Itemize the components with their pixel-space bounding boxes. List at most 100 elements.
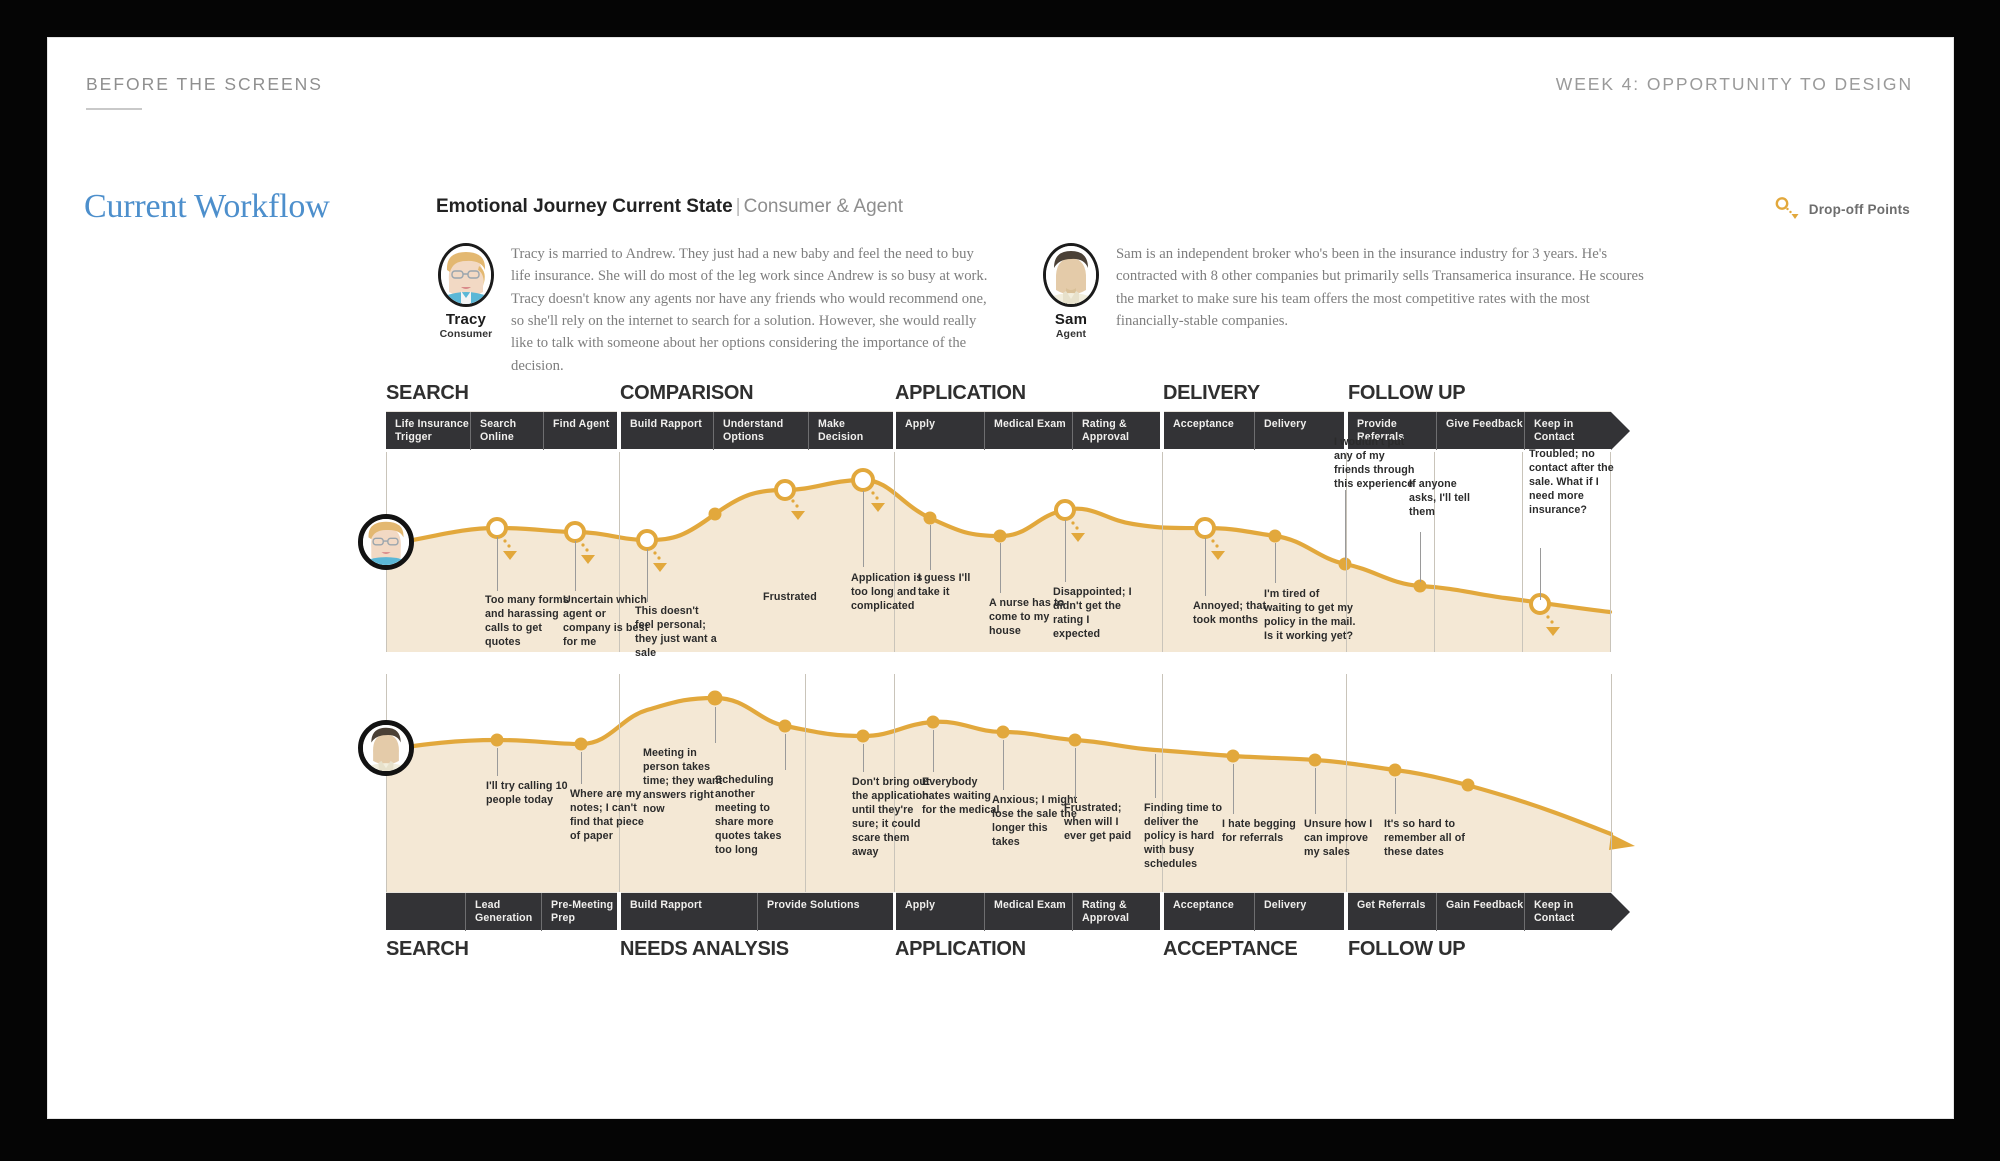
map-title: Emotional Journey Current State | Consumer… bbox=[436, 196, 903, 218]
note-leader bbox=[1540, 548, 1541, 600]
avatar bbox=[438, 243, 494, 307]
agent-stage-keep-in-contact[interactable]: Keep in Contact bbox=[1524, 893, 1611, 931]
persona-sam-avatar-block: Sam Agent bbox=[1040, 243, 1102, 340]
agent-phase-row: SEARCH NEEDS ANALYSIS APPLICATION ACCEPT… bbox=[385, 938, 1915, 964]
consumer-note: I'm tired of waiting to get my policy in… bbox=[1264, 588, 1356, 642]
note-leader bbox=[647, 549, 648, 602]
consumer-note: I wouldn't put any of my friends through… bbox=[1334, 436, 1415, 490]
consumer-stage-acceptance[interactable]: Acceptance bbox=[1164, 412, 1254, 450]
consumer-note: Annoyed; that took months bbox=[1193, 600, 1267, 626]
consumer-stage-apply[interactable]: Apply bbox=[896, 412, 984, 450]
consumer-stage-group-comparison: Build Rapport Understand Options Make De… bbox=[621, 411, 893, 450]
agent-stage-build-rapport[interactable]: Build Rapport bbox=[621, 893, 757, 931]
consumer-note: Too many forms and harassing calls to ge… bbox=[485, 594, 569, 648]
agent-note: I hate begging for referrals bbox=[1222, 818, 1296, 844]
consumer-phase-comparison: COMPARISON bbox=[620, 382, 754, 404]
agent-stage-group-search: Lead Generation Pre-Meeting Prep bbox=[386, 892, 617, 931]
consumer-stage-group-search: Life Insurance Trigger Search Online Fin… bbox=[386, 411, 617, 450]
note-leader bbox=[863, 491, 864, 567]
agent-note: Scheduling another meeting to share more… bbox=[715, 774, 782, 856]
agent-note: It's so hard to remember all of these da… bbox=[1384, 818, 1466, 858]
agent-stage-provide-solutions[interactable]: Provide Solutions bbox=[757, 893, 893, 931]
drop-off-icon bbox=[1775, 197, 1799, 219]
note-leader bbox=[1395, 778, 1396, 814]
consumer-phase-search: SEARCH bbox=[386, 382, 469, 404]
agent-stage-apply[interactable]: Apply bbox=[896, 893, 984, 931]
note-leader bbox=[1065, 520, 1066, 582]
persona-tracy: Tracy Consumer Tracy is married to Andre… bbox=[435, 243, 995, 377]
note-leader bbox=[1275, 543, 1276, 583]
consumer-phase-application: APPLICATION bbox=[895, 382, 1026, 404]
note-leader bbox=[1205, 538, 1206, 596]
agent-stage-empty bbox=[386, 893, 465, 931]
map-title-separator: | bbox=[735, 196, 741, 217]
consumer-stage-delivery[interactable]: Delivery bbox=[1254, 412, 1344, 450]
consumer-stage-keep-in-contact[interactable]: Keep in Contact bbox=[1524, 412, 1611, 450]
consumer-stage-understand-options[interactable]: Understand Options bbox=[713, 412, 808, 450]
note-leader bbox=[1075, 748, 1076, 798]
note-leader bbox=[1233, 764, 1234, 814]
note-leader bbox=[497, 748, 498, 776]
agent-stage-bar: Lead Generation Pre-Meeting Prep Build R… bbox=[385, 892, 1915, 931]
consumer-phase-followup: FOLLOW UP bbox=[1348, 382, 1466, 404]
agent-phase-application: APPLICATION bbox=[895, 938, 1026, 960]
note-leader bbox=[575, 541, 576, 591]
consumer-stage-make-decision[interactable]: Make Decision bbox=[808, 412, 893, 450]
consumer-note: Frustrated bbox=[763, 591, 817, 603]
sam-portrait-icon bbox=[1046, 246, 1096, 304]
consumer-note: Troubled; no contact after the sale. Wha… bbox=[1529, 448, 1614, 516]
consumer-phase-row: SEARCH COMPARISON APPLICATION DELIVERY F… bbox=[385, 382, 1915, 408]
persona-tracy-role: Consumer bbox=[439, 328, 493, 340]
tracy-portrait-icon bbox=[441, 246, 491, 304]
consumer-stage-give-feedback[interactable]: Give Feedback bbox=[1436, 412, 1524, 450]
agent-stage-get-referrals[interactable]: Get Referrals bbox=[1348, 893, 1436, 931]
consumer-phase-delivery: DELIVERY bbox=[1163, 382, 1260, 404]
note-leader bbox=[581, 752, 582, 784]
agent-note: Finding time to deliver the policy is ha… bbox=[1144, 802, 1223, 870]
consumer-divider bbox=[894, 452, 895, 652]
agent-note: I'll try calling 10 people today bbox=[486, 780, 568, 806]
note-leader bbox=[1315, 768, 1316, 814]
note-leader bbox=[1345, 490, 1346, 560]
agent-stage-gain-feedback[interactable]: Gain Feedback bbox=[1436, 893, 1524, 931]
agent-note: Frustrated; when will I ever get paid bbox=[1064, 802, 1132, 842]
agent-stage-group-acceptance: Acceptance Delivery bbox=[1164, 892, 1344, 931]
agent-stage-pre-meeting-prep[interactable]: Pre-Meeting Prep bbox=[541, 893, 617, 931]
consumer-stage-medical-exam[interactable]: Medical Exam bbox=[984, 412, 1072, 450]
agent-phase-followup: FOLLOW UP bbox=[1348, 938, 1466, 960]
consumer-stage-search-online[interactable]: Search Online bbox=[470, 412, 543, 450]
agent-divider bbox=[805, 674, 806, 892]
consumer-stage-build-rapport[interactable]: Build Rapport bbox=[621, 412, 713, 450]
agent-phase-acceptance: ACCEPTANCE bbox=[1163, 938, 1298, 960]
agent-divider bbox=[386, 674, 387, 892]
agent-note: Where are my notes; I can't find that pi… bbox=[570, 788, 644, 842]
agent-stage-acceptance[interactable]: Acceptance bbox=[1164, 893, 1254, 931]
agent-note: Meeting in person takes time; they want … bbox=[643, 747, 723, 815]
note-leader bbox=[1155, 754, 1156, 798]
agent-stage-lead-generation[interactable]: Lead Generation bbox=[465, 893, 541, 931]
consumer-stage-life-insurance-trigger[interactable]: Life Insurance Trigger bbox=[386, 412, 470, 450]
legend-label: Drop-off Points bbox=[1808, 201, 1910, 217]
map-title-bold: Emotional Journey Current State bbox=[436, 196, 733, 217]
consumer-stage-bar: Life Insurance Trigger Search Online Fin… bbox=[385, 411, 1915, 450]
consumer-emotion-chart: Too many forms and harassing calls to ge… bbox=[358, 436, 1915, 659]
note-leader bbox=[785, 734, 786, 770]
consumer-stage-group-application: Apply Medical Exam Rating & Approval bbox=[896, 411, 1160, 450]
consumer-stage-rating-approval[interactable]: Rating & Approval bbox=[1072, 412, 1160, 450]
avatar bbox=[1043, 243, 1099, 307]
persona-sam-name: Sam bbox=[1054, 311, 1088, 328]
sam-portrait-icon bbox=[363, 725, 409, 771]
legend: Drop-off Points bbox=[1774, 196, 1910, 222]
consumer-stage-find-agent[interactable]: Find Agent bbox=[543, 412, 617, 450]
agent-stage-delivery[interactable]: Delivery bbox=[1254, 893, 1344, 931]
persona-sam-role: Agent bbox=[1055, 328, 1087, 340]
note-leader bbox=[863, 744, 864, 772]
map-title-sub: Consumer & Agent bbox=[743, 196, 904, 217]
agent-note: Unsure how I can improve my sales bbox=[1304, 818, 1373, 858]
agent-stage-rating-approval[interactable]: Rating & Approval bbox=[1072, 893, 1160, 931]
persona-sam: Sam Agent Sam is an independent broker w… bbox=[1040, 243, 1660, 340]
agent-stage-medical-exam[interactable]: Medical Exam bbox=[984, 893, 1072, 931]
consumer-divider bbox=[1522, 452, 1523, 652]
journey-map: Emotional Journey Current State | Consumer… bbox=[358, 186, 1915, 1016]
avatar bbox=[358, 720, 414, 776]
